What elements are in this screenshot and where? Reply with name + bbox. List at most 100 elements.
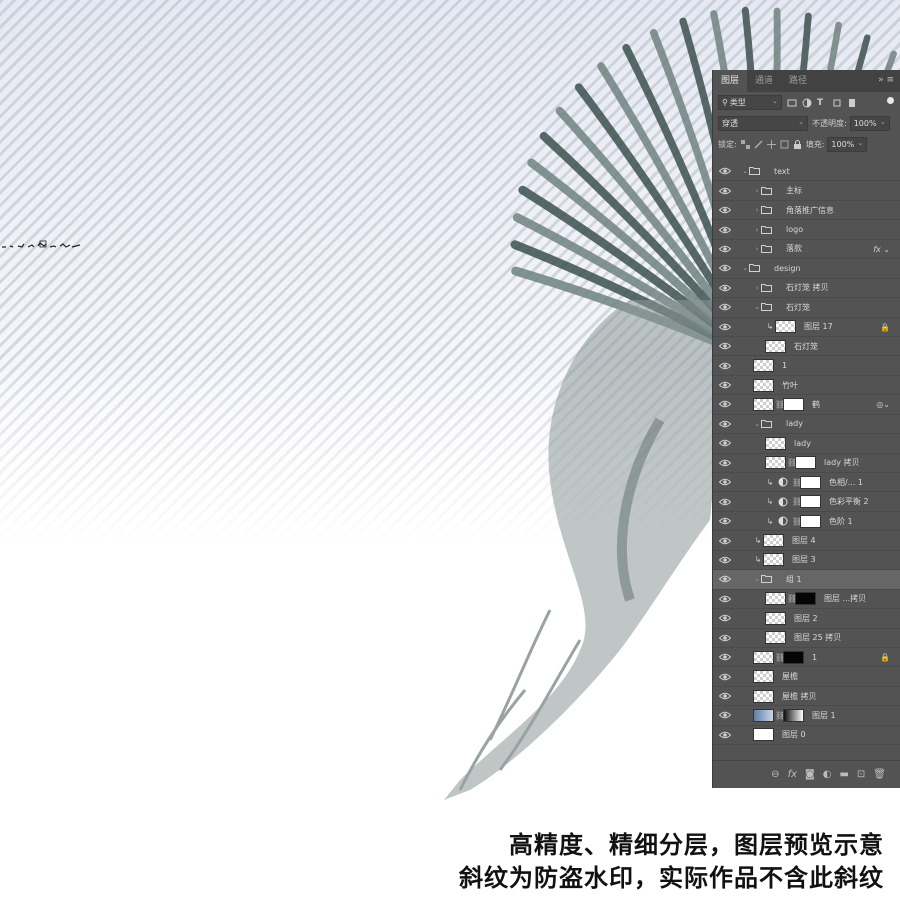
visibility-eye-icon[interactable]	[719, 614, 731, 622]
visibility-eye-icon[interactable]	[719, 303, 731, 311]
layer-thumbnail	[753, 708, 774, 722]
layer-row[interactable]: 屋檐 拷贝	[713, 687, 900, 707]
visibility-eye-icon[interactable]	[719, 420, 731, 428]
new-group-icon[interactable]: ▬	[839, 769, 848, 780]
visibility-eye-icon[interactable]	[719, 362, 731, 370]
layer-row[interactable]: › logo	[713, 220, 900, 240]
layer-row[interactable]: ⌄ lady	[713, 415, 900, 435]
filter-kind-select[interactable]: ⚲ 类型 ⌄	[718, 95, 782, 110]
visibility-eye-icon[interactable]	[719, 284, 731, 292]
visibility-eye-icon[interactable]	[719, 634, 731, 642]
layer-row[interactable]: 石灯笼	[713, 337, 900, 357]
chevron-down-icon[interactable]: ⌄	[753, 420, 761, 428]
tab-layers[interactable]: 图层	[713, 70, 748, 92]
adjustment-filter-icon[interactable]	[802, 98, 812, 108]
layer-row[interactable]: lady	[713, 434, 900, 454]
layer-row[interactable]: 图层 25 拷贝	[713, 629, 900, 648]
fx-icon[interactable]: fx	[788, 769, 797, 780]
smart-object-filter-icon[interactable]	[847, 98, 857, 108]
layer-row[interactable]: › 落款 fx ⌄	[713, 240, 900, 260]
layer-row[interactable]: 图层 0	[713, 726, 900, 746]
shape-filter-icon[interactable]	[832, 98, 842, 108]
trash-icon[interactable]: 🗑	[873, 769, 886, 780]
type-filter-icon[interactable]: T	[817, 98, 827, 108]
chevron-right-icon[interactable]: ›	[753, 206, 761, 214]
layer-row[interactable]: ↳ ⛓ 色彩平衡 2	[713, 492, 900, 512]
visibility-eye-icon[interactable]	[719, 342, 731, 350]
opacity-input[interactable]: 100% ⌄	[849, 116, 890, 131]
pixel-filter-icon[interactable]	[787, 98, 797, 108]
visibility-eye-icon[interactable]	[719, 575, 731, 583]
chevron-right-icon[interactable]: ›	[753, 187, 761, 195]
visibility-eye-icon[interactable]	[719, 245, 731, 253]
chevron-right-icon[interactable]: ›	[753, 226, 761, 234]
link-layers-icon[interactable]: ⊖	[771, 769, 779, 780]
tab-paths[interactable]: 路径	[781, 70, 815, 92]
visibility-eye-icon[interactable]	[719, 673, 731, 681]
visibility-eye-icon[interactable]	[719, 498, 731, 506]
visibility-eye-icon[interactable]	[719, 692, 731, 700]
layer-row[interactable]: 屋檐	[713, 667, 900, 687]
layer-row[interactable]: ↳ ⛓ 色相/... 1	[713, 473, 900, 493]
layer-row[interactable]: 竹叶	[713, 376, 900, 396]
layer-row[interactable]: ⛓ 鹤 ◎⌄	[713, 395, 900, 415]
layer-row[interactable]: 图层 2	[713, 609, 900, 629]
chevron-right-icon[interactable]: ›	[753, 284, 761, 292]
layer-row[interactable]: ⌄ design	[713, 259, 900, 279]
visibility-eye-icon[interactable]	[719, 206, 731, 214]
visibility-eye-icon[interactable]	[719, 595, 731, 603]
visibility-eye-icon[interactable]	[719, 711, 731, 719]
layer-row[interactable]: ⛓ 1 🔒	[713, 648, 900, 668]
layer-row[interactable]: 1	[713, 356, 900, 376]
filter-toggle-icon[interactable]	[887, 97, 894, 104]
blend-mode-select[interactable]: 穿透 ⌄	[718, 116, 808, 131]
new-layer-icon[interactable]: ⊡	[857, 769, 865, 780]
layer-row[interactable]: ⌄ 石灯笼	[713, 298, 900, 318]
new-adjustment-icon[interactable]: ◐	[823, 769, 832, 780]
visibility-eye-icon[interactable]	[719, 381, 731, 389]
visibility-eye-icon[interactable]	[719, 731, 731, 739]
visibility-eye-icon[interactable]	[719, 537, 731, 545]
lock-all-icon[interactable]	[793, 140, 802, 149]
layer-row[interactable]: ↳ 图层 17 🔒	[713, 318, 900, 337]
layer-row[interactable]: ⌄ 组 1	[713, 570, 900, 590]
chevron-down-icon[interactable]: ⌄	[741, 264, 749, 272]
visibility-eye-icon[interactable]	[719, 459, 731, 467]
layer-row[interactable]: ↳ 图层 3	[713, 551, 900, 571]
fx-icon[interactable]: fx ⌄	[873, 245, 890, 254]
chevron-down-icon[interactable]: ⌄	[741, 167, 749, 175]
visibility-eye-icon[interactable]	[719, 556, 731, 564]
chevron-down-icon[interactable]: ⌄	[753, 303, 761, 311]
layer-row[interactable]: ⛓ 图层 1	[713, 706, 900, 726]
layer-row[interactable]: › 角落推广信息	[713, 201, 900, 221]
artboard-icon[interactable]	[780, 140, 789, 149]
layer-row[interactable]: ⛓ lady 拷贝	[713, 454, 900, 473]
visibility-eye-icon[interactable]	[719, 653, 731, 661]
visibility-eye-icon[interactable]	[719, 167, 731, 175]
smart-filter-icon[interactable]: ◎⌄	[876, 400, 890, 409]
panel-menu-icon[interactable]: » ≡	[878, 75, 894, 85]
folder-icon	[761, 225, 772, 234]
layer-row[interactable]: ↳ 图层 4	[713, 531, 900, 551]
lock-transparent-icon[interactable]	[740, 140, 750, 149]
layer-row[interactable]: ⛓ 图层 ...拷贝	[713, 590, 900, 610]
layer-row[interactable]: ⌄ text	[713, 162, 900, 182]
chevron-right-icon[interactable]: ›	[753, 245, 761, 253]
layer-row[interactable]: › 主标	[713, 181, 900, 201]
visibility-eye-icon[interactable]	[719, 187, 731, 195]
layer-row[interactable]: › 石灯笼 拷贝	[713, 279, 900, 299]
visibility-eye-icon[interactable]	[719, 478, 731, 486]
visibility-eye-icon[interactable]	[719, 264, 731, 272]
visibility-eye-icon[interactable]	[719, 323, 731, 331]
fill-input[interactable]: 100% ⌄	[827, 137, 868, 152]
tab-channels[interactable]: 通道	[747, 70, 781, 92]
visibility-eye-icon[interactable]	[719, 400, 731, 408]
layer-row[interactable]: ↳ ⛓ 色阶 1	[713, 512, 900, 532]
visibility-eye-icon[interactable]	[719, 439, 731, 447]
move-icon[interactable]	[766, 140, 776, 149]
visibility-eye-icon[interactable]	[719, 517, 731, 525]
add-mask-icon[interactable]: ◙	[805, 769, 815, 780]
visibility-eye-icon[interactable]	[719, 226, 731, 234]
brush-icon[interactable]	[754, 140, 763, 149]
chevron-down-icon[interactable]: ⌄	[753, 575, 761, 583]
